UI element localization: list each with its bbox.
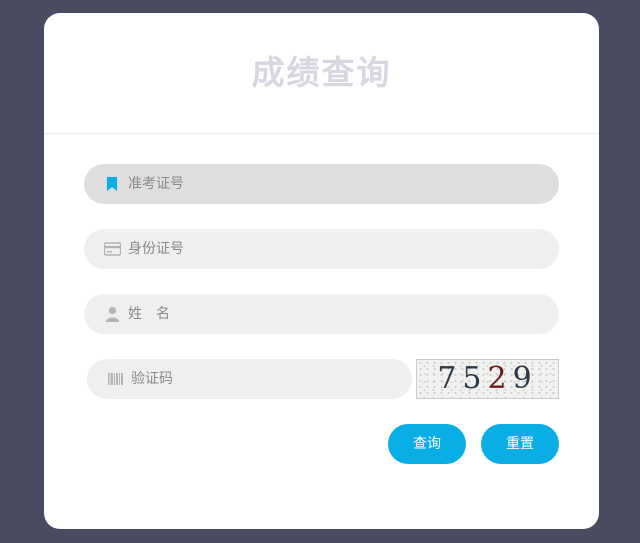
name-field[interactable]: 姓 名 [84,294,559,334]
query-button[interactable]: 查询 [388,424,466,464]
reset-button[interactable]: 重置 [481,424,559,464]
captcha-code: 7529 [417,360,558,398]
exam-number-placeholder: 准考证号 [128,176,184,192]
captcha-digit: 2 [487,361,513,396]
query-card: 成绩查询 准考证号 身份证号 姓 名 验证码 7529 查询 重置 [44,13,599,529]
captcha-placeholder: 验证码 [131,371,173,387]
id-number-placeholder: 身份证号 [128,241,184,257]
name-placeholder: 姓 名 [128,306,170,322]
exam-number-field[interactable]: 准考证号 [84,164,559,204]
user-icon [106,306,119,322]
title-divider [44,133,599,134]
captcha-digit: 9 [512,361,538,396]
page-title: 成绩查询 [251,53,392,92]
captcha-digit: 5 [462,361,488,396]
barcode-icon [108,373,123,385]
captcha-image[interactable]: 7529 [416,359,559,399]
captcha-field[interactable]: 验证码 [87,359,412,399]
id-card-icon [104,242,121,256]
bookmark-icon [107,177,117,191]
id-number-field[interactable]: 身份证号 [84,229,559,269]
captcha-digit: 7 [437,361,463,396]
